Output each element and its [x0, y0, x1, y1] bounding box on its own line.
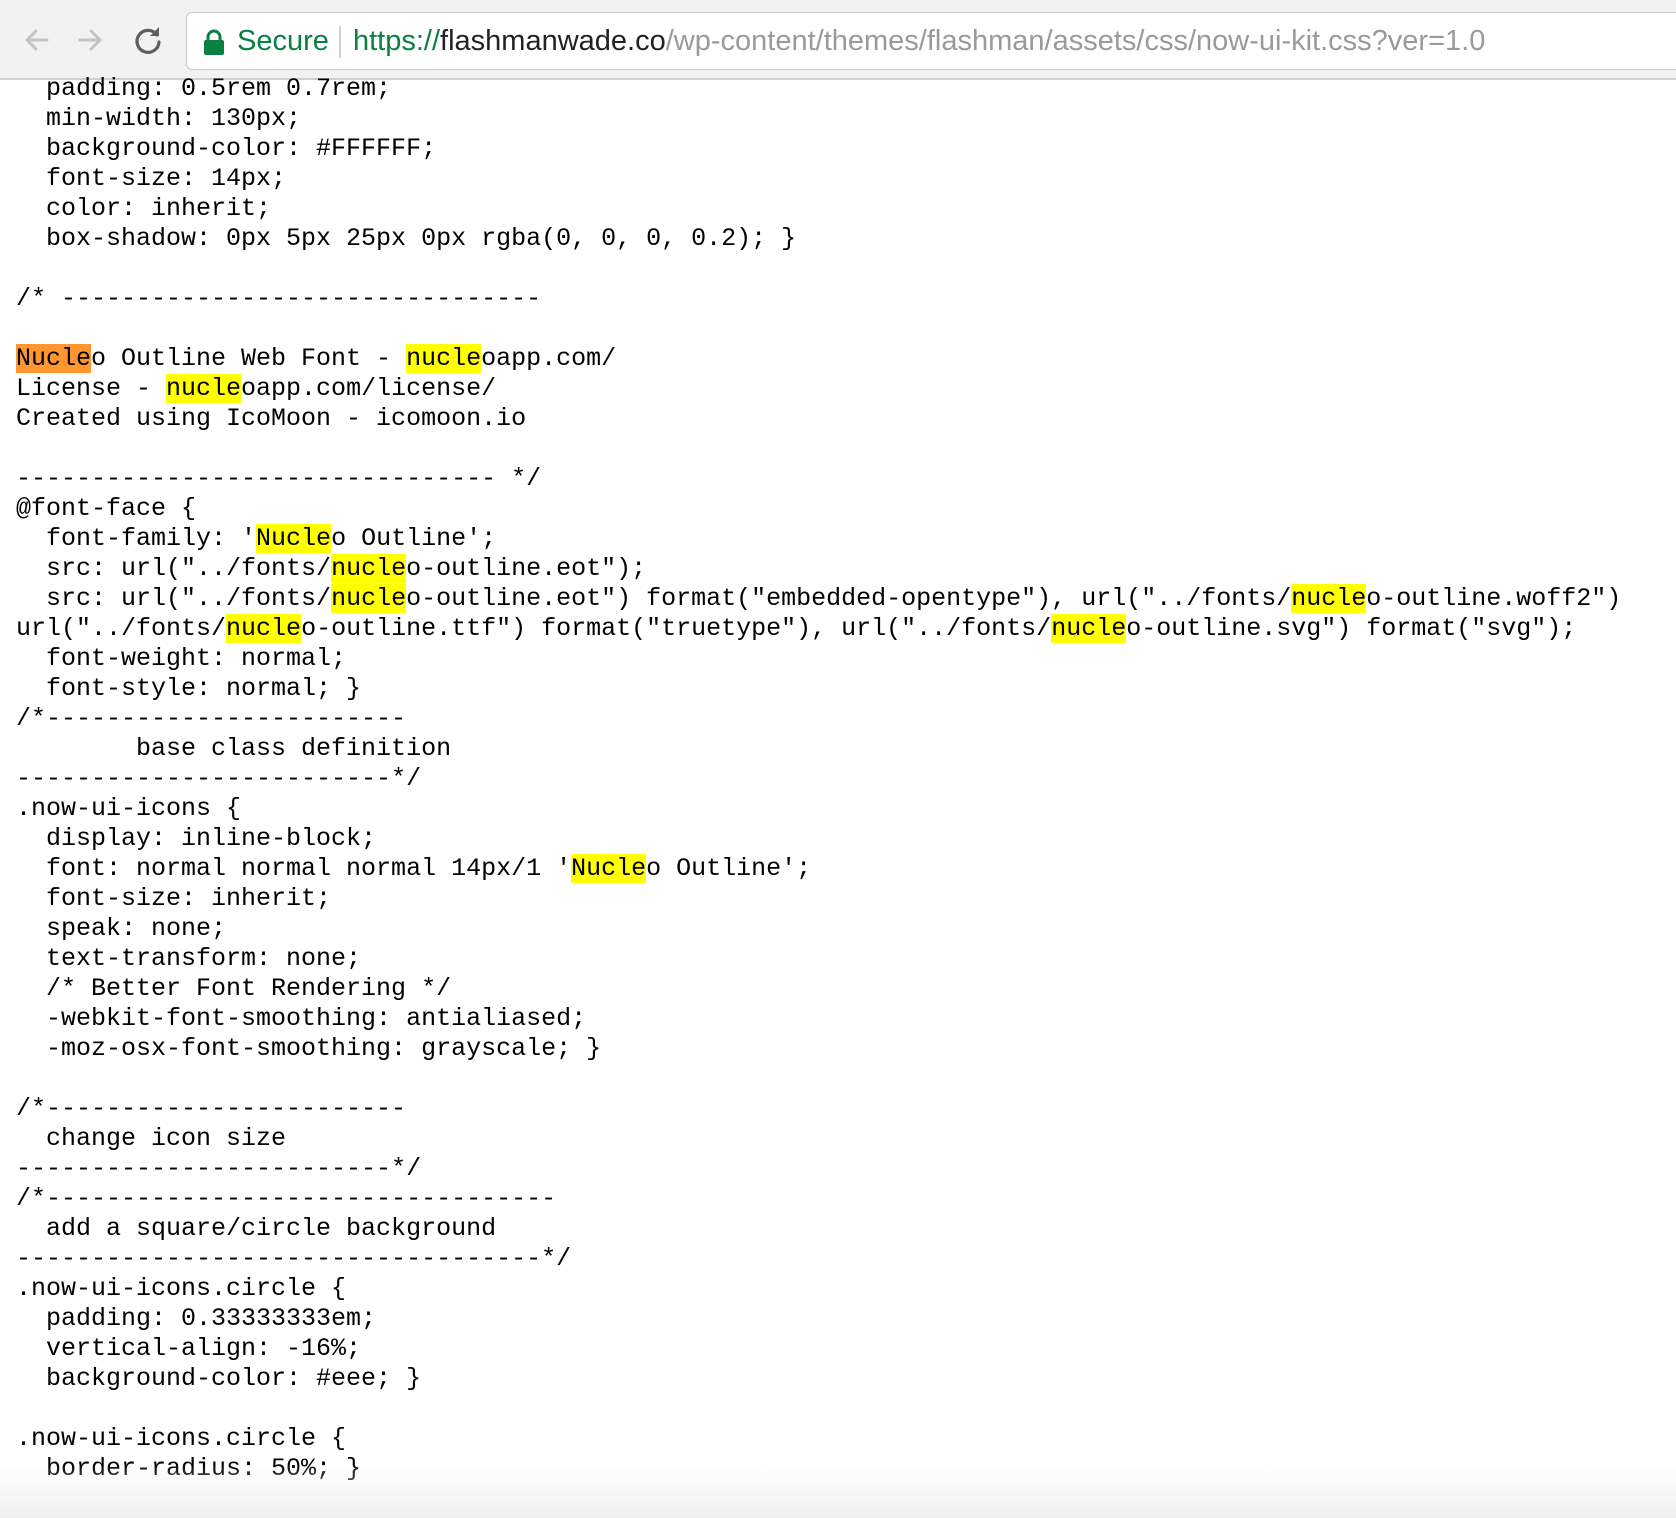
find-match: nucle: [406, 344, 482, 373]
reload-button[interactable]: [128, 20, 168, 60]
find-match: Nucle: [256, 524, 332, 553]
code-line: .now-ui-icons {: [16, 794, 242, 823]
code-line: change icon size: [16, 1124, 287, 1153]
code-line: background-color: #FFFFFF;: [16, 134, 437, 163]
code-line: font-weight: normal;: [16, 644, 347, 673]
code-line: .now-ui-icons.circle {: [16, 1274, 347, 1303]
code-line: color: inherit;: [16, 194, 272, 223]
code-line: -webkit-font-smoothing: antialiased;: [16, 1004, 587, 1033]
code-line: speak: none;: [16, 914, 227, 943]
code-line: .now-ui-icons.circle {: [16, 1424, 347, 1453]
lock-icon: [203, 29, 225, 55]
url-path: /wp-content/themes/flashman/assets/css/n…: [665, 25, 1486, 57]
code-line: -moz-osx-font-smoothing: grayscale; }: [16, 1034, 602, 1063]
find-match: nucle: [331, 554, 407, 583]
code-line: -------------------------*/: [16, 764, 422, 793]
back-button[interactable]: [17, 20, 57, 60]
code-line: font-size: 14px;: [16, 164, 287, 193]
find-match: nucle: [331, 584, 407, 613]
find-match-current: Nucle: [16, 344, 92, 373]
find-match: nucle: [166, 374, 242, 403]
browser-toolbar: Secure https://flashmanwade.co/wp-conten…: [0, 0, 1676, 80]
reload-icon: [135, 27, 161, 54]
find-match: nucle: [226, 614, 302, 643]
code-line: -----------------------------------*/: [16, 1244, 572, 1273]
url-scheme: https://: [353, 25, 441, 57]
code-line: font-size: inherit;: [16, 884, 332, 913]
code-line: Created using IcoMoon - icomoon.io: [16, 404, 527, 433]
code-line: base class definition: [16, 734, 452, 763]
code-line: @font-face {: [16, 494, 197, 523]
code-line: src: url("../fonts/nucleo-outline.eot");: [16, 554, 647, 583]
code-line: padding: 0.5rem 0.7rem;: [16, 74, 392, 103]
secure-label[interactable]: Secure: [237, 23, 329, 59]
url-text[interactable]: https://flashmanwade.co/wp-content/theme…: [353, 23, 1485, 59]
code-line: font-style: normal; }: [16, 674, 362, 703]
code-line: background-color: #eee; }: [16, 1364, 422, 1393]
find-match: nucle: [1051, 614, 1127, 643]
code-line: text-transform: none;: [16, 944, 362, 973]
css-source-view: padding: 0.5rem 0.7rem; min-width: 130px…: [16, 74, 1676, 1518]
code-line: Nucleo Outline Web Font - nucleoapp.com/: [16, 344, 617, 373]
code-line: /*------------------------: [16, 704, 407, 733]
find-match: Nucle: [571, 854, 647, 883]
code-line: url("../fonts/nucleo-outline.ttf") forma…: [16, 614, 1577, 643]
find-match: nucle: [1291, 584, 1367, 613]
bottom-fade: [0, 1464, 1676, 1518]
arrow-left-icon: [25, 29, 49, 51]
code-line: font-family: 'Nucleo Outline';: [16, 524, 497, 553]
omnibox-divider: [339, 26, 341, 58]
code-line: box-shadow: 0px 5px 25px 0px rgba(0, 0, …: [16, 224, 797, 253]
url-host: flashmanwade.co: [440, 25, 666, 57]
code-line: -------------------------*/: [16, 1154, 422, 1183]
code-line: /* --------------------------------: [16, 284, 542, 313]
code-line: /*----------------------------------: [16, 1184, 557, 1213]
code-line: License - nucleoapp.com/license/: [16, 374, 497, 403]
code-line: padding: 0.33333333em;: [16, 1304, 377, 1333]
code-line: -------------------------------- */: [16, 464, 542, 493]
code-line: /* Better Font Rendering */: [16, 974, 452, 1003]
code-line: vertical-align: -16%;: [16, 1334, 362, 1363]
code-line: src: url("../fonts/nucleo-outline.eot") …: [16, 584, 1622, 613]
code-line: add a square/circle background: [16, 1214, 497, 1243]
code-line: min-width: 130px;: [16, 104, 302, 133]
arrow-right-icon: [78, 29, 102, 51]
address-bar[interactable]: Secure https://flashmanwade.co/wp-conten…: [186, 12, 1676, 70]
forward-button[interactable]: [70, 20, 110, 60]
code-line: /*------------------------: [16, 1094, 407, 1123]
code-line: display: inline-block;: [16, 824, 377, 853]
code-line: font: normal normal normal 14px/1 'Nucle…: [16, 854, 812, 883]
